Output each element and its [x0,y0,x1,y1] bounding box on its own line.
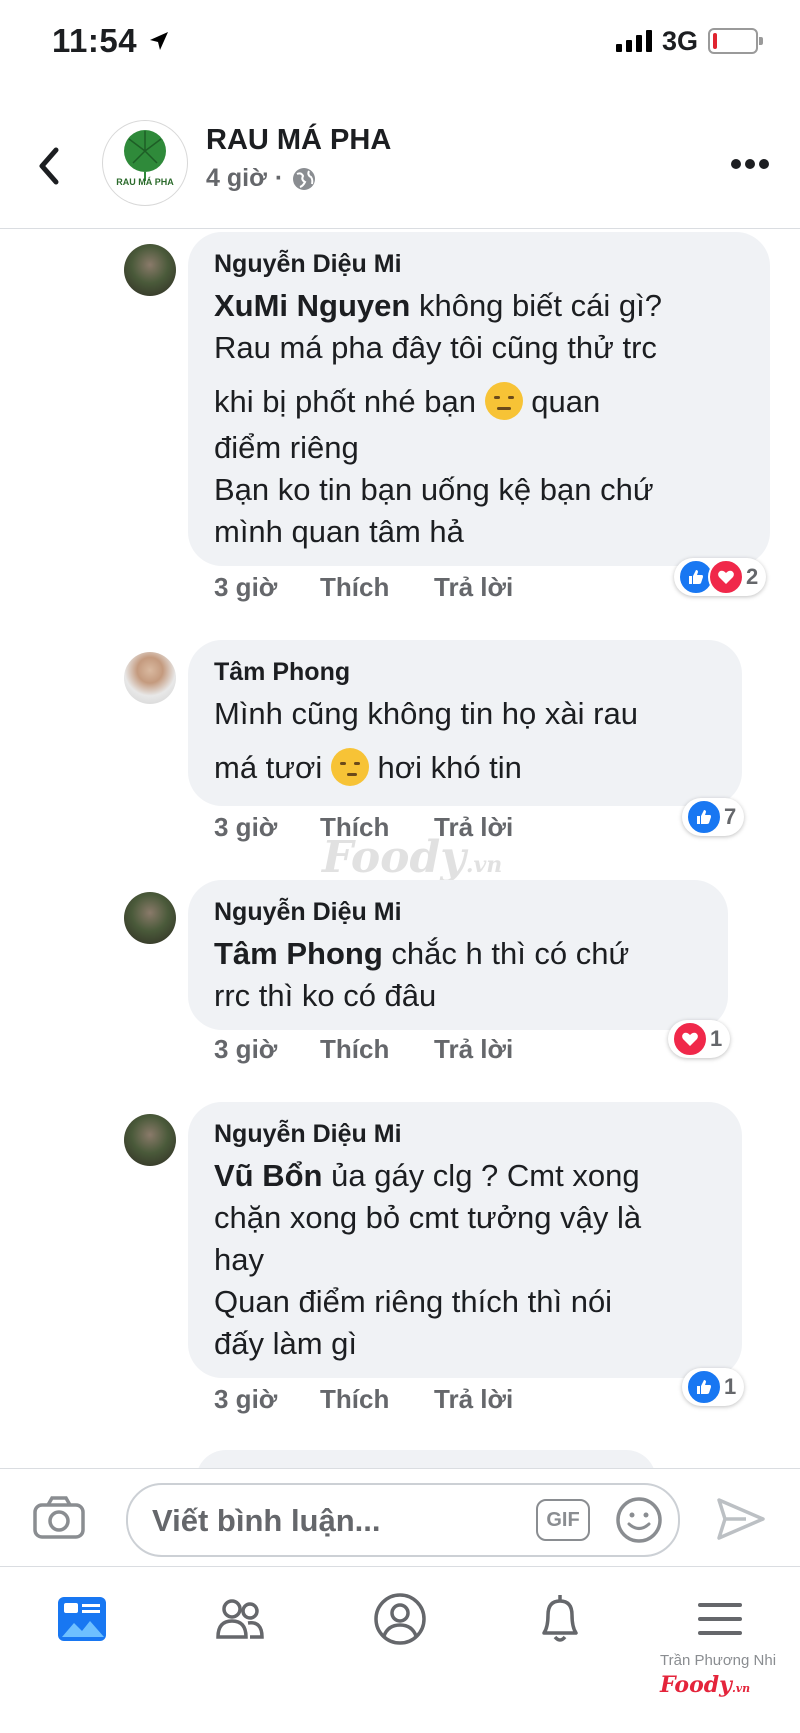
avatar[interactable] [124,652,176,704]
comment-composer: Viết bình luận... GIF [0,1468,800,1565]
status-time: 11:54 [52,22,138,59]
post-meta: 4 giờ · [206,164,317,193]
avatar[interactable] [124,892,176,944]
comment-author[interactable]: Tâm Phong [214,658,350,687]
smiley-icon[interactable] [614,1495,664,1545]
reaction-count: 1 [724,1374,737,1399]
comment-line: điểm riêng [214,430,359,465]
love-reaction-icon [708,559,744,595]
notifications-icon[interactable] [530,1589,590,1649]
reaction-count: 1 [710,1026,723,1051]
smirk-emoji-icon [484,382,523,420]
comment-author[interactable]: Nguyễn Diệu Mi [214,1120,402,1149]
leaf-logo-icon [124,130,166,181]
comment: Nguyễn Diệu Mi Vũ Bổn ủa gáy clg ? Cmt x… [0,1102,800,1432]
reaction-count: 2 [746,564,759,589]
love-reaction-icon [672,1021,708,1057]
profile-icon[interactable] [370,1589,430,1649]
comment-placeholder: Viết bình luận... [152,1503,381,1538]
comment-bubble[interactable]: Nguyễn Diệu Mi XuMi Nguyen không biết cá… [188,232,770,566]
comment-line: hay [214,1242,264,1277]
comment-line: Mình cũng không tin họ xài rau [214,696,638,731]
reaction-count: 7 [724,804,737,829]
reaction-summary[interactable]: 1 [668,1020,731,1058]
like-reaction-icon [686,799,722,835]
comment-time: 3 giờ [214,1384,278,1414]
reply-button[interactable]: Trả lời [434,572,513,603]
reaction-summary[interactable]: 2 [674,558,767,596]
comment-line: XuMi Nguyen không biết cái gì? [214,288,662,323]
comment-bubble[interactable]: Nguyễn Diệu Mi Vũ Bổn ủa gáy clg ? Cmt x… [188,1102,742,1378]
watermark: Foody.vn [322,832,503,883]
comment-line: Tâm Phong chắc h thì có chứ [214,936,630,971]
reaction-summary[interactable]: 1 [682,1368,745,1406]
back-arrow-icon[interactable] [36,146,60,186]
page-avatar[interactable]: RAU MÁ PHA [102,120,188,206]
comment: Tâm Phong Mình cũng không tin họ xài rau… [0,640,800,842]
comment-line: Quan điểm riêng thích thì nói [214,1284,613,1319]
globe-icon [293,167,316,190]
comment-line: đấy làm gì [214,1326,358,1361]
thinking-emoji-icon [330,748,369,786]
gif-icon[interactable]: GIF [536,1499,590,1541]
post-time: 4 giờ [206,164,267,192]
status-bar: 11:54 3G [0,0,800,90]
page-name[interactable]: RAU MÁ PHA [206,124,391,157]
page-logo-text: RAU MÁ PHA [116,177,174,187]
menu-icon[interactable] [690,1589,750,1649]
post-header: RAU MÁ PHA RAU MÁ PHA 4 giờ · [0,108,800,229]
comment-line: Rau má pha đây tôi cũng thử trc [214,330,657,365]
comment-line: mình quan tâm hả [214,514,464,549]
location-arrow-icon [150,32,168,50]
network-type: 3G [662,26,699,56]
reply-button[interactable]: Trả lời [434,1384,513,1415]
mention[interactable]: Vũ Bổn [214,1158,323,1193]
battery-icon [708,28,763,54]
bottom-tab-bar [0,1566,800,1733]
comment-bubble[interactable]: Tâm Phong Mình cũng không tin họ xài rau… [188,640,742,806]
mention[interactable]: Tâm Phong [214,936,383,971]
friends-icon[interactable] [210,1589,270,1649]
comment-line: Vũ Bổn ủa gáy clg ? Cmt xong [214,1158,640,1193]
credit-logo: Foody.vn [660,1672,751,1698]
avatar[interactable] [124,244,176,296]
comment-line: chặn xong bỏ cmt tưởng vậy là [214,1200,642,1235]
news-feed-icon[interactable] [52,1589,112,1649]
more-icon[interactable] [730,158,770,170]
avatar[interactable] [124,1114,176,1166]
comment-bubble[interactable]: Nguyễn Diệu Mi Tâm Phong chắc h thì có c… [188,880,728,1030]
photo-credit: Trần Phương Nhi [660,1652,777,1669]
like-button[interactable]: Thích [320,1384,389,1415]
comment: Nguyễn Diệu Mi Tâm Phong chắc h thì có c… [0,880,800,1080]
reaction-summary[interactable]: 7 [682,798,745,836]
comment: Nguyễn Diệu Mi XuMi Nguyen không biết cá… [0,232,800,612]
comment-author[interactable]: Nguyễn Diệu Mi [214,250,402,279]
camera-icon[interactable] [32,1495,86,1541]
reply-button[interactable]: Trả lời [434,1034,513,1065]
comment-time: 3 giờ [214,812,278,842]
comment-author[interactable]: Nguyễn Diệu Mi [214,898,402,927]
comment-input[interactable]: Viết bình luận... GIF [126,1483,680,1557]
mention[interactable]: XuMi Nguyen [214,288,410,323]
comment-line: khi bị phốt nhé bạn quan [214,382,601,420]
comment-time: 3 giờ [214,1034,278,1064]
send-icon[interactable] [716,1497,766,1541]
like-reaction-icon [686,1369,722,1405]
like-button[interactable]: Thích [320,1034,389,1065]
comment-line: Bạn ko tin bạn uống kệ bạn chứ [214,472,654,507]
comment-line: rrc thì ko có đâu [214,978,437,1013]
comment-time: 3 giờ [214,572,278,602]
meta-separator: · [274,164,284,192]
signal-icon [616,30,652,52]
comment-line: má tươi hơi khó tin [214,748,522,786]
like-button[interactable]: Thích [320,572,389,603]
